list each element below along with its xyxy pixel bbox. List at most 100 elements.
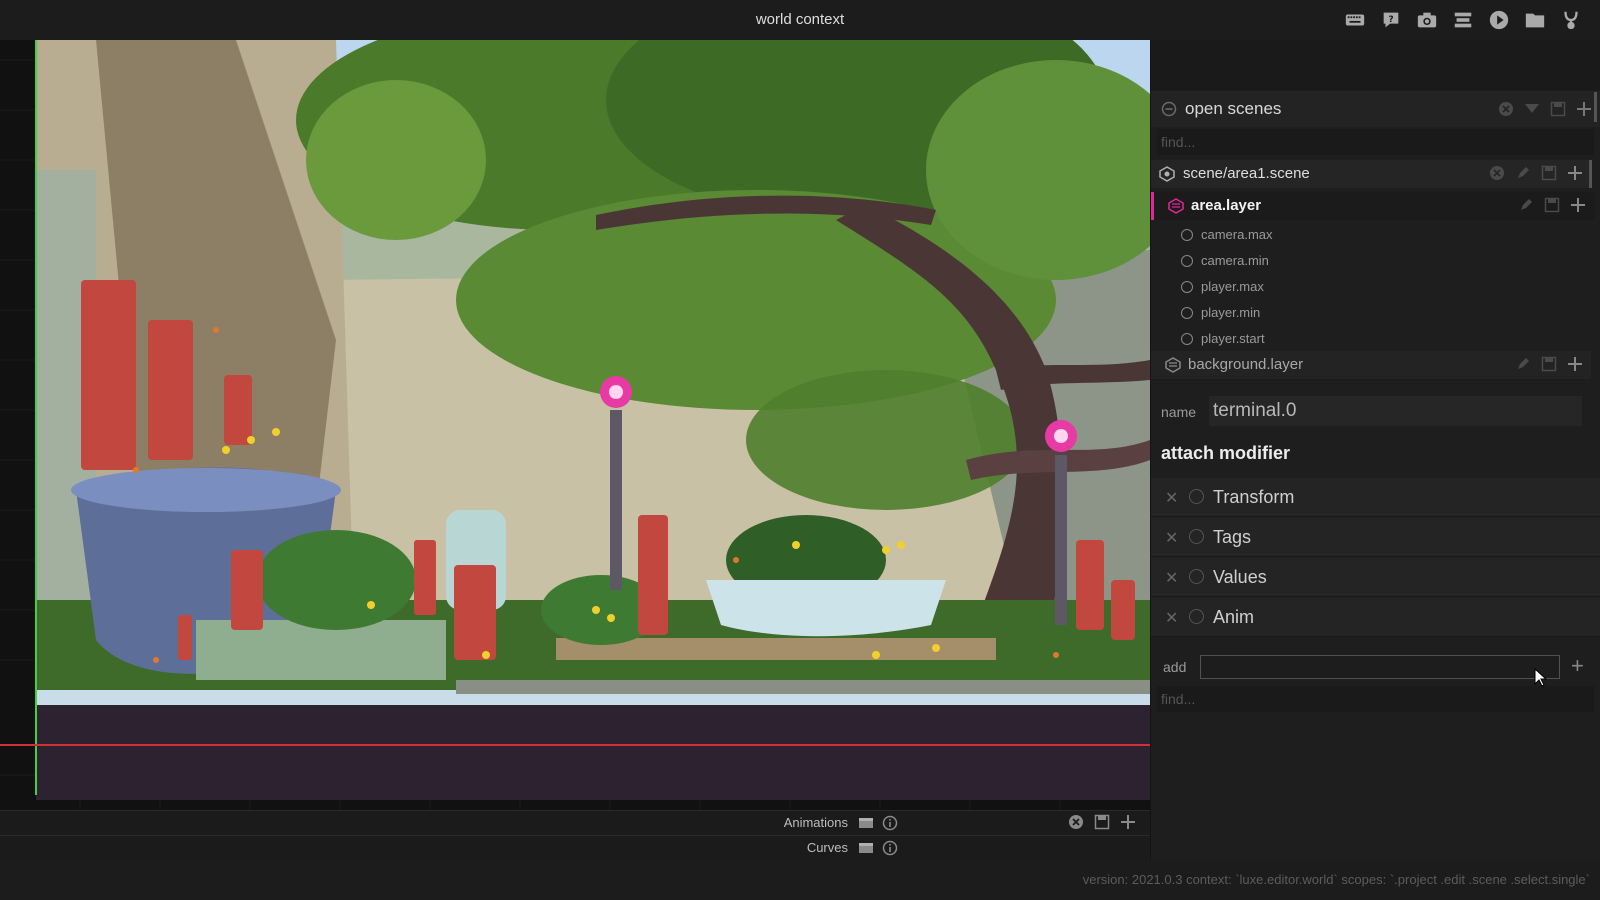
layer-item-background[interactable]: background.layer [1151, 351, 1591, 379]
track-toggle-icon[interactable] [858, 840, 874, 856]
entity-icon [1181, 255, 1193, 267]
entity-icon [1181, 307, 1193, 319]
remove-icon[interactable]: ✕ [1165, 528, 1178, 548]
logo-icon[interactable] [1558, 7, 1584, 33]
save-icon[interactable] [1544, 197, 1560, 213]
add-icon[interactable]: + [1571, 653, 1584, 679]
close-icon[interactable] [1489, 165, 1505, 181]
layer-label: background.layer [1188, 356, 1304, 373]
remove-icon[interactable]: ✕ [1165, 568, 1178, 588]
modifier-anim[interactable]: ✕ Anim [1151, 598, 1600, 637]
panel-header [1151, 40, 1600, 90]
collapse-icon[interactable] [1189, 609, 1204, 624]
camera-icon[interactable] [1414, 7, 1440, 33]
open-scenes-title: open scenes [1185, 99, 1282, 118]
inspector-panel: open scenes find... scene/area1.scene ar… [1151, 40, 1600, 860]
help-icon[interactable]: ? [1378, 7, 1404, 33]
modifier-transform[interactable]: ✕ Transform [1151, 478, 1600, 517]
entity-label: player.start [1201, 331, 1265, 346]
modifier-label: Tags [1213, 527, 1252, 547]
track-toggle-icon[interactable] [858, 815, 874, 831]
layer-label: area.layer [1191, 197, 1262, 214]
status-bar: version: 2021.0.3 context: `luxe.editor.… [0, 860, 1600, 900]
entity-icon [1181, 333, 1193, 345]
modifier-label: Values [1213, 567, 1267, 587]
play-icon[interactable] [1486, 7, 1512, 33]
name-row: name [1151, 392, 1600, 432]
add-icon[interactable] [1567, 356, 1583, 372]
entity-item[interactable]: player.start [1151, 326, 1591, 352]
entity-label: camera.min [1201, 253, 1269, 268]
close-icon[interactable] [1498, 101, 1514, 117]
modifier-label: Anim [1213, 607, 1255, 627]
track-label: Animations [783, 815, 848, 830]
track-animations[interactable]: Animations [0, 810, 1150, 835]
info-icon[interactable] [1189, 569, 1204, 584]
entity-icon [1181, 229, 1193, 241]
top-bar: world context ? [0, 0, 1600, 40]
toolbar: ? [1342, 7, 1584, 33]
add-icon[interactable] [1567, 165, 1583, 181]
modifier-find-input[interactable]: find... [1157, 686, 1594, 712]
save-icon[interactable] [1550, 101, 1566, 117]
edit-icon[interactable] [1518, 197, 1534, 213]
mouse-cursor-icon [1534, 668, 1548, 687]
keyboard-icon[interactable] [1342, 7, 1368, 33]
modifier-values[interactable]: ✕ Values [1151, 558, 1600, 597]
name-input[interactable] [1209, 396, 1582, 426]
world-viewport[interactable] [0, 40, 1150, 810]
open-scenes-header[interactable]: open scenes [1151, 91, 1600, 127]
add-icon[interactable] [1576, 101, 1592, 117]
add-modifier-row: add + [1151, 650, 1600, 684]
layer-icon [1165, 357, 1181, 373]
entity-label: player.max [1201, 279, 1264, 294]
info-icon[interactable] [1189, 489, 1204, 504]
scene-icon [1159, 166, 1175, 182]
folder-icon[interactable] [1522, 7, 1548, 33]
track-label: Curves [806, 840, 848, 855]
attach-modifier-title: attach modifier [1161, 443, 1291, 463]
scene-artwork [36, 40, 1150, 705]
save-icon[interactable] [1094, 814, 1110, 830]
add-icon[interactable] [1570, 197, 1586, 213]
entity-item[interactable]: camera.max [1151, 222, 1591, 248]
layer-item-area[interactable]: area.layer [1151, 192, 1594, 220]
remove-icon[interactable]: ✕ [1165, 608, 1178, 628]
playhead-line[interactable] [35, 40, 37, 795]
info-icon[interactable] [882, 840, 898, 856]
entity-icon [1181, 281, 1193, 293]
modifier-label: Transform [1213, 487, 1295, 507]
add-modifier-input[interactable] [1200, 655, 1560, 679]
collapse-icon[interactable] [1161, 101, 1177, 117]
add-label: add [1163, 659, 1187, 675]
entity-item[interactable]: player.max [1151, 274, 1591, 300]
close-icon[interactable] [1068, 814, 1084, 830]
entity-item[interactable]: camera.min [1151, 248, 1591, 274]
save-icon[interactable] [1541, 165, 1557, 181]
scene-floor [36, 705, 1150, 800]
filter-icon[interactable] [1524, 101, 1540, 117]
timeline-baseline [0, 744, 1150, 746]
entity-item[interactable]: player.min [1151, 300, 1591, 326]
scenes-scrollbar[interactable] [1589, 160, 1592, 188]
edit-icon[interactable] [1515, 356, 1531, 372]
modifier-tags[interactable]: ✕ Tags [1151, 518, 1600, 557]
entity-label: camera.max [1201, 227, 1273, 242]
edit-icon[interactable] [1515, 165, 1531, 181]
entity-label: player.min [1201, 305, 1261, 320]
layer-icon [1168, 198, 1184, 214]
status-text: version: 2021.0.3 context: `luxe.editor.… [1082, 872, 1590, 887]
svg-text:?: ? [1388, 14, 1393, 25]
panel-scrollbar[interactable] [1594, 92, 1597, 122]
info-icon[interactable] [882, 815, 898, 831]
scenes-find-input[interactable]: find... [1157, 129, 1594, 155]
save-icon[interactable] [1541, 356, 1557, 372]
track-curves[interactable]: Curves [0, 835, 1150, 860]
name-label: name [1161, 404, 1197, 420]
scene-item[interactable]: scene/area1.scene [1151, 160, 1591, 188]
add-icon[interactable] [1120, 814, 1136, 830]
build-icon[interactable] [1450, 7, 1476, 33]
info-icon[interactable] [1189, 529, 1204, 544]
remove-icon[interactable]: ✕ [1165, 488, 1178, 508]
scene-label: scene/area1.scene [1183, 165, 1310, 182]
